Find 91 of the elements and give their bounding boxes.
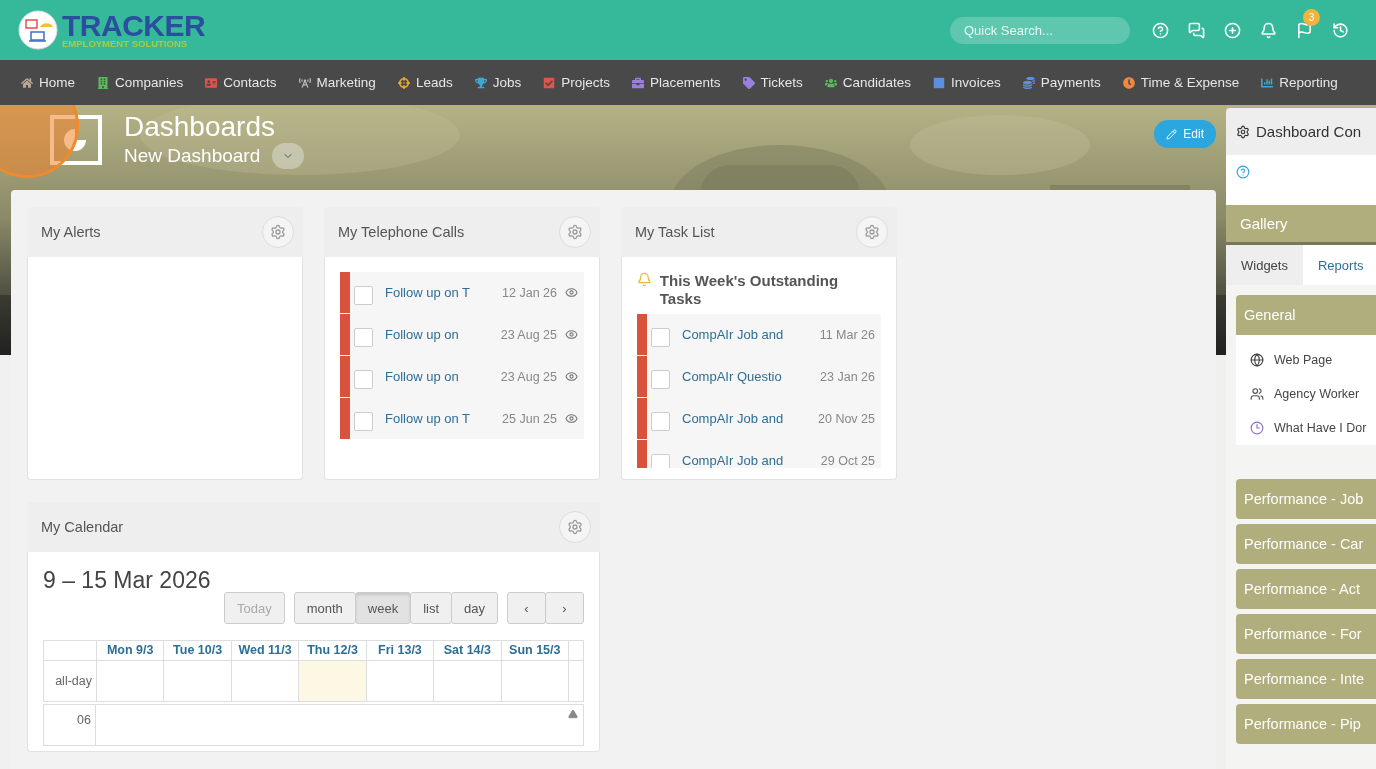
logo-name: TRACKER [62,11,206,42]
nav-item[interactable]: Candidates [813,75,923,90]
clock-icon [1250,421,1264,435]
bell-icon [637,272,652,287]
globe-icon [1250,353,1264,367]
next-button[interactable]: › [545,592,584,624]
nav-item[interactable]: Jobs [463,75,533,90]
nav-item[interactable]: Placements [621,75,732,90]
item-date: 12 Jan 26 [502,285,557,300]
nav-item[interactable]: Contacts [194,75,288,90]
checkbox[interactable] [354,411,373,431]
item-date: 23 Aug 25 [500,327,557,342]
item-link[interactable]: CompAIr Job and [682,326,784,343]
bell-icon [1259,21,1277,39]
item-link[interactable]: CompAIr Questio [682,368,782,385]
pencil-icon [1166,128,1178,140]
item-link[interactable]: CompAIr Job and [682,452,784,468]
widget-option[interactable]: What Have I Dor [1274,421,1367,435]
settings-button[interactable] [262,216,294,248]
calendar-range: 9 – 15 Mar 2026 [43,567,212,594]
checkbox[interactable] [651,327,670,347]
users-icon [1250,387,1264,401]
settings-button[interactable] [856,216,888,248]
help-icon[interactable] [1236,165,1250,179]
item-date: 23 Aug 25 [500,369,557,384]
nav-item[interactable]: Leads [386,75,464,90]
page-title: Dashboards [124,110,276,143]
item-date: 25 Jun 25 [502,411,557,426]
notification-badge: 3 [1303,9,1320,26]
time-label: 06 [44,705,96,745]
nav-item[interactable]: Home [10,75,86,90]
settings-button[interactable] [559,216,591,248]
nav-item[interactable]: Time & Expense [1111,75,1251,90]
scroll-up-icon[interactable] [568,709,578,719]
checkbox[interactable] [651,453,670,468]
eye-icon[interactable] [565,286,578,299]
item-date: 11 Mar 26 [819,327,875,342]
widget-option[interactable]: Agency Worker [1274,387,1360,401]
nav-item[interactable]: Tickets [731,75,814,90]
widget-title: My Alerts [41,224,101,240]
widget-title: My Telephone Calls [338,224,465,240]
checkbox[interactable] [354,327,373,347]
view-button[interactable]: week [354,592,412,624]
tab[interactable]: Widgets [1226,245,1303,285]
logo-icon [18,10,58,50]
flag-icon [1295,21,1313,39]
history-icon [1331,21,1349,39]
view-button[interactable]: list [410,592,453,624]
item-link[interactable]: Follow up on T [385,410,471,427]
item-link[interactable]: Follow up on [385,326,459,343]
nav-item[interactable]: Marketing [287,75,387,90]
eye-icon[interactable] [565,412,578,425]
settings-icon [567,224,583,240]
nav-item[interactable]: Payments [1011,75,1112,90]
item-date: 20 Nov 25 [818,411,875,426]
checkbox[interactable] [354,285,373,305]
settings-icon [567,519,583,535]
settings-icon [1236,124,1250,139]
previous-button[interactable]: ‹ [507,592,546,624]
nav-item[interactable]: Reporting [1250,75,1349,90]
settings-icon [864,224,880,240]
eye-icon[interactable] [565,370,578,383]
gallery-header: Gallery [1226,205,1376,242]
checkbox[interactable] [651,369,670,389]
add-icon [1223,21,1241,39]
widget-title: My Task List [635,224,715,240]
task-heading: This Week's Outstanding Tasks [659,272,840,308]
dropdown-button[interactable] [272,142,305,169]
item-date: 29 Oct 25 [820,453,875,468]
dashboard-icon [48,112,102,167]
dashboard-name: New Dashboard [124,144,261,167]
view-button[interactable]: day [451,592,498,624]
view-button[interactable]: month [293,592,356,624]
help-icon [1151,21,1169,39]
logo-tagline: EMPLOYMENT SOLUTIONS [62,39,189,49]
item-link[interactable]: Follow up on [385,368,459,385]
nav-item[interactable]: Projects [532,75,621,90]
settings-icon [270,224,286,240]
settings-button[interactable] [559,511,591,543]
checkbox[interactable] [651,411,670,431]
panel-title: Dashboard Con [1256,123,1362,140]
item-link[interactable]: Follow up on T [385,284,471,301]
chat-icon [1187,21,1205,39]
item-link[interactable]: CompAIr Job and [682,410,784,427]
item-date: 23 Jan 26 [820,369,875,384]
nav-item[interactable]: Invoices [922,75,1012,90]
nav-item[interactable]: Companies [86,75,195,90]
eye-icon[interactable] [565,328,578,341]
widget-title: My Calendar [41,519,124,535]
widget-option[interactable]: Web Page [1274,353,1333,367]
checkbox[interactable] [354,369,373,389]
